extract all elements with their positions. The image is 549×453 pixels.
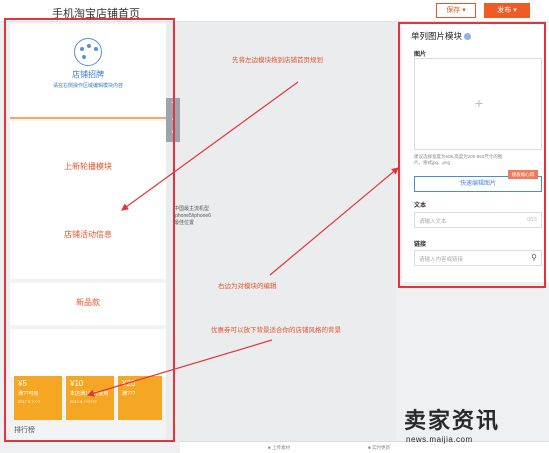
canvas-area: [166, 22, 396, 442]
watermark-url: news.maijia.com: [406, 435, 473, 444]
tip-edit-panel: 右边为对模块的编辑: [218, 283, 277, 290]
tip-coupon-bg: 优惠券可以放下背景适合你的店铺风格的背景: [211, 327, 341, 334]
device-note: 中国最主流机型 iphone5/iphone6 最佳位置: [174, 206, 211, 227]
device-note-line: 最佳位置: [174, 220, 195, 226]
watermark-brand: 卖家资讯: [404, 408, 501, 433]
device-note-line: 中国最主流机型: [174, 206, 210, 212]
status-item[interactable]: ■ 实时更新: [368, 445, 390, 451]
watermark: 卖家资讯 news.maijia.com: [404, 403, 549, 453]
publish-button[interactable]: 发布 ▾: [484, 3, 530, 18]
highlight-left-frame: [4, 18, 175, 442]
save-button[interactable]: 保存 ▾: [436, 3, 476, 18]
tip-drag-modules: 先将左边模块拖到店铺首页规划: [232, 57, 323, 64]
device-note-line: iphone5/iphone6: [174, 213, 211, 219]
status-item[interactable]: ■ 上传素材: [268, 445, 290, 451]
highlight-right-frame: [398, 22, 546, 288]
